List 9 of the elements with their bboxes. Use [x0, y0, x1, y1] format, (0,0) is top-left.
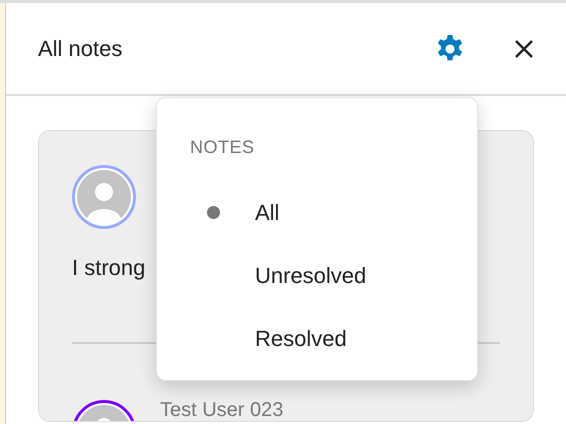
note-text: I strong [72, 254, 146, 282]
close-icon [514, 38, 534, 58]
panel-title: All notes [38, 35, 124, 63]
menu-heading: NOTES [190, 136, 256, 159]
menu-item[interactable]: Unresolved [157, 244, 477, 307]
author-name: Test User 023 [160, 400, 284, 420]
menu-item[interactable]: Resolved [157, 307, 477, 370]
close-button[interactable] [514, 38, 534, 58]
menu-item[interactable]: All [157, 181, 477, 244]
